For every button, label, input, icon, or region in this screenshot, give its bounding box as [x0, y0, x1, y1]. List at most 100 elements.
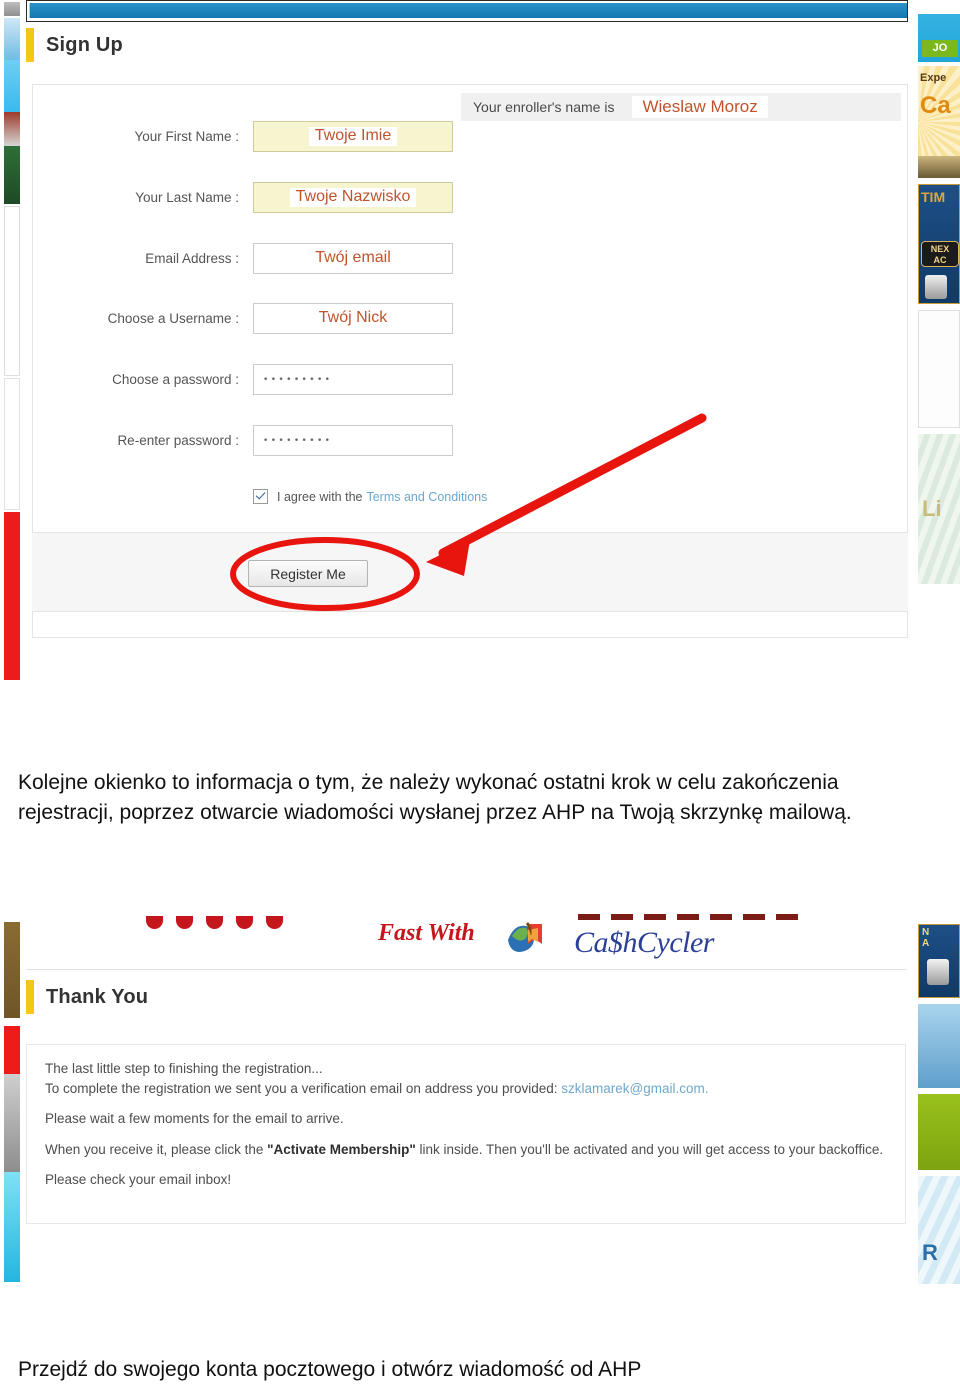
ad-timer-next-action[interactable]: TIM NEX AC: [918, 184, 960, 304]
form-row-last-name: Your Last Name : Twoje Nazwisko: [33, 182, 907, 213]
signup-card-bottom: [32, 612, 908, 638]
thankyou-line-4-prefix: When you receive it, please click the: [45, 1141, 264, 1157]
ad-timer-glyph-bottom: [927, 959, 949, 985]
ad-lib-banner[interactable]: Li: [918, 434, 960, 584]
label-username: Choose a Username :: [107, 311, 239, 326]
edge-scroll-track-2[interactable]: [4, 378, 20, 510]
right-ad-column-bottom: NA R: [918, 924, 960, 1284]
ad-next-action-bottom[interactable]: NA: [918, 924, 960, 998]
ad-expert-cash[interactable]: Expe Ca: [918, 66, 960, 178]
banner-dot: [236, 916, 253, 929]
thankyou-line-2: To complete the registration we sent you…: [45, 1079, 887, 1099]
banner-dash: [677, 914, 699, 920]
thankyou-line-2-text: To complete the registration we sent you…: [45, 1080, 558, 1096]
site-top-bar: [29, 3, 907, 18]
input-password-confirm[interactable]: •••••••••: [253, 425, 453, 456]
edge-thumb-a: [4, 18, 20, 60]
ad-green-block[interactable]: [918, 1094, 960, 1170]
thankyou-line-3: Please wait a few moments for the email …: [45, 1111, 344, 1127]
register-me-label: Register Me: [270, 565, 346, 582]
form-row-first-name: Your First Name : Twoje Imie: [33, 121, 907, 152]
edge-gray-thumb: [4, 1074, 20, 1172]
ad-blank-placeholder[interactable]: [918, 310, 960, 428]
input-email[interactable]: Twój email: [253, 243, 453, 274]
ad-rays-word: R: [922, 1240, 938, 1265]
edge-red-marker: [4, 512, 20, 680]
signup-footer-strip: [32, 532, 908, 612]
banner-dot: [176, 916, 193, 929]
enroller-label: Your enroller's name is: [473, 99, 615, 115]
ad-next-action-label-bottom: NA: [922, 927, 930, 949]
caption-middle: Kolejne okienko to informacja o tym, że …: [18, 771, 852, 825]
verification-email-address[interactable]: szklamarek@gmail.com.: [561, 1081, 708, 1096]
banner-dash: [776, 914, 798, 920]
right-ad-column: JO Expe Ca TIM NEX AC Li: [918, 14, 960, 674]
banner-dash-row: [578, 914, 809, 920]
thankyou-screenshot: Fast With Ca$hCycler Thank You The last …: [0, 908, 960, 1300]
form-row-password: Choose a password : •••••••••: [33, 364, 907, 395]
site-top-bar-frame: [26, 0, 908, 22]
banner-dash: [611, 914, 633, 920]
label-email: Email Address :: [145, 251, 239, 266]
cashcycler-brand-text: Ca$hCycler: [574, 926, 714, 959]
thankyou-line-4-suffix: link inside. Then you'll be activated an…: [419, 1141, 884, 1157]
input-password[interactable]: •••••••••: [253, 364, 453, 395]
input-last-name[interactable]: Twoje Nazwisko: [253, 182, 453, 213]
overlay-username: Twój Nick: [312, 309, 394, 328]
banner-dollar-dots: [146, 916, 296, 929]
password-masked-value: •••••••••: [263, 374, 333, 385]
signup-form-panel: Your enroller's name is Wieslaw Moroz Yo…: [32, 84, 908, 532]
banner-dash: [644, 914, 666, 920]
edge-thumb-c: [4, 112, 20, 146]
terms-checkbox[interactable]: [253, 489, 268, 504]
cashcycler-banner: Fast With Ca$hCycler: [26, 908, 906, 970]
thankyou-line-5: Please check your email inbox!: [45, 1172, 232, 1188]
edge-scroll-track[interactable]: [4, 206, 20, 376]
terms-row: I agree with the Terms and Conditions: [253, 489, 487, 504]
terms-label: I agree with the: [277, 489, 363, 504]
label-last-name: Your Last Name :: [135, 190, 239, 205]
banner-dot: [146, 916, 163, 929]
ad-join-banner[interactable]: JO: [918, 14, 960, 62]
banner-dash: [710, 914, 732, 920]
edge-red-thumb: [4, 1026, 20, 1074]
yellow-accent-bar: [26, 28, 34, 62]
thankyou-title: Thank You: [46, 986, 149, 1008]
thankyou-header: Thank You: [26, 980, 148, 1014]
left-page-edge-strip: [0, 0, 22, 692]
activate-membership-quoted: "Activate Membership": [267, 1141, 416, 1157]
enroller-banner: Your enroller's name is Wieslaw Moroz: [461, 93, 901, 121]
ad-rays-banner[interactable]: R: [918, 1176, 960, 1284]
overlay-first-name: Twoje Imie: [308, 127, 398, 146]
enroller-name-overlay: Wieslaw Moroz: [632, 96, 768, 118]
ad-expert-photo: [918, 156, 960, 178]
caption-bottom: Przejdź do swojego konta pocztowego i ot…: [18, 1358, 642, 1381]
ad-photo-blue[interactable]: [918, 1004, 960, 1088]
edge-cyan-thumb: [4, 1172, 20, 1282]
edge-thumb-b: [4, 60, 20, 112]
left-page-edge-strip-bottom: [0, 908, 22, 1300]
edge-thumb-d: [4, 146, 20, 204]
thankyou-line-1: The last little step to finishing the re…: [45, 1061, 323, 1076]
input-username[interactable]: Twój Nick: [253, 303, 453, 334]
banner-tagline: Fast With: [378, 920, 475, 946]
input-first-name[interactable]: Twoje Imie: [253, 121, 453, 152]
signup-screenshot: Sign Up Your enroller's name is Wieslaw …: [0, 0, 960, 692]
form-row-email: Email Address : Twój email: [33, 243, 907, 274]
ad-next-action-badge: NEX AC: [921, 241, 959, 267]
banner-dash: [743, 914, 765, 920]
register-me-button[interactable]: Register Me: [248, 560, 368, 587]
overlay-last-name: Twoje Nazwisko: [289, 188, 417, 207]
signup-header: Sign Up: [26, 28, 123, 62]
terms-and-conditions-link[interactable]: Terms and Conditions: [366, 490, 487, 504]
label-password-confirm: Re-enter password :: [117, 433, 239, 448]
password-confirm-masked-value: •••••••••: [263, 435, 333, 446]
overlay-email: Twój email: [309, 249, 397, 268]
label-password: Choose a password :: [112, 372, 239, 387]
ad-cash-word: Ca: [920, 92, 951, 119]
thankyou-body-box: The last little step to finishing the re…: [26, 1044, 906, 1224]
ad-join-badge: JO: [922, 40, 958, 57]
banner-dot: [206, 916, 223, 929]
